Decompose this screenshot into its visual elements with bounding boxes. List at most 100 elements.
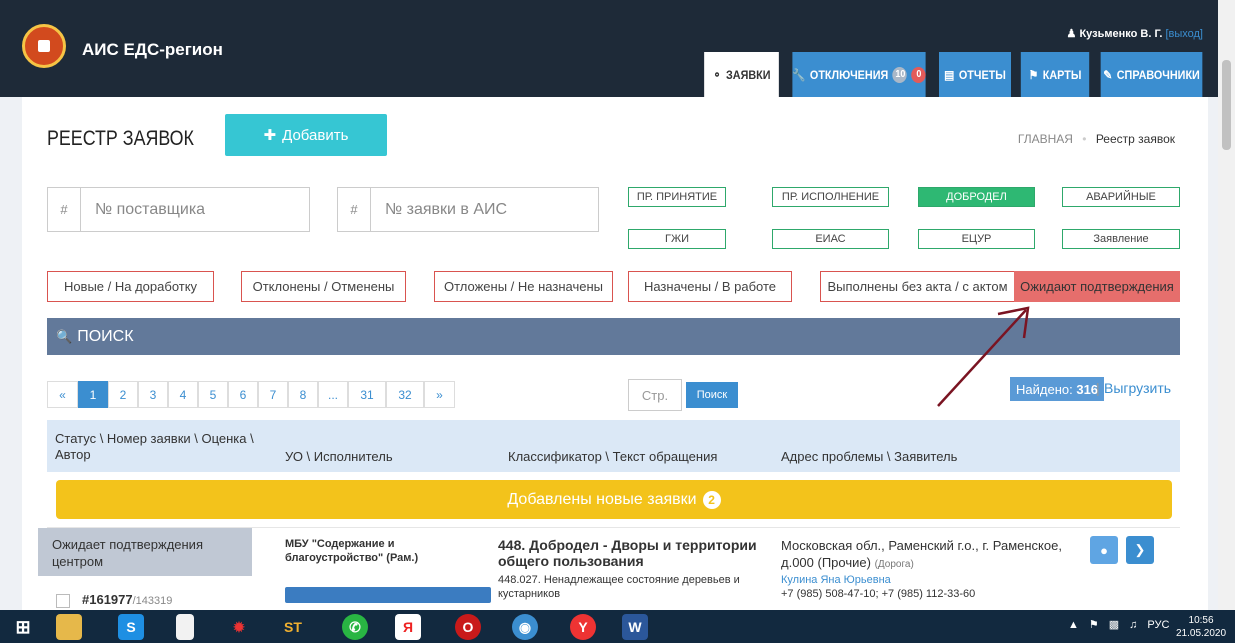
ais-number-placeholder: № заявки в АИС: [385, 200, 508, 218]
comment-button[interactable]: ●: [1090, 536, 1118, 564]
chip-dobrodel[interactable]: ДОБРОДЕЛ: [918, 187, 1035, 207]
chip-eias[interactable]: ЕИАС: [772, 229, 889, 249]
stf-app-icon[interactable]: ST: [280, 614, 306, 640]
page-next[interactable]: »: [424, 381, 455, 408]
skype-icon[interactable]: S: [118, 614, 144, 640]
wrench-icon: 🔧: [791, 67, 806, 82]
yandex-icon[interactable]: Y: [570, 614, 596, 640]
column-classifier[interactable]: Классификатор \ Текст обращения: [508, 449, 717, 464]
filter-assigned[interactable]: Назначены / В работе: [628, 271, 792, 302]
page-title: РЕЕСТР ЗАЯВОК: [47, 127, 194, 150]
filter-postponed[interactable]: Отложены / Не назначены: [434, 271, 613, 302]
clock-date: 21.05.2020: [1176, 628, 1227, 639]
scrollbar-thumb[interactable]: [1222, 60, 1231, 150]
export-link[interactable]: Выгрузить: [1104, 380, 1171, 396]
file-explorer-icon[interactable]: [56, 614, 82, 640]
comment-icon: ●: [1100, 542, 1108, 558]
applicant-name[interactable]: Кулина Яна Юрьевна: [781, 573, 891, 587]
page-32[interactable]: 32: [386, 381, 424, 408]
request-number-main: #161977: [82, 592, 133, 607]
tab-label: ОТЧЕТЫ: [958, 67, 1006, 82]
page-7[interactable]: 7: [258, 381, 288, 408]
classifier-title: 448. Добродел - Дворы и территории общег…: [498, 537, 757, 569]
gear-app-icon[interactable]: ✹: [226, 614, 252, 640]
go-to-page-button[interactable]: Поиск: [686, 382, 738, 408]
taskbar-clock[interactable]: 10:56 21.05.2020: [1176, 614, 1226, 640]
page-4[interactable]: 4: [168, 381, 198, 408]
logo: [22, 24, 66, 68]
breadcrumb: ГЛАВНАЯ • Реестр заявок: [1018, 132, 1175, 146]
tab-label: СПРАВОЧНИКИ: [1116, 67, 1200, 82]
filter-new[interactable]: Новые / На доработку: [47, 271, 214, 302]
whatsapp-icon[interactable]: ✆: [342, 614, 368, 640]
chip-emergency[interactable]: АВАРИЙНЫЕ: [1062, 187, 1180, 207]
problem-address: Московская обл., Раменский г.о., г. Раме…: [781, 537, 1076, 573]
new-requests-banner[interactable]: Добавлены новые заявки 2: [56, 480, 1172, 519]
page-31[interactable]: 31: [348, 381, 386, 408]
request-number[interactable]: #161977/143319: [82, 593, 172, 608]
chrome-icon[interactable]: ◉: [512, 614, 538, 640]
top-header: АИС ЕДС-регион ♟ Кузьменко В. Г. [выход]…: [0, 0, 1235, 97]
supplier-number-placeholder: № поставщика: [95, 200, 206, 218]
flag-icon[interactable]: ⚑: [1089, 618, 1099, 631]
chip-pr-execution[interactable]: ПР. ИСПОЛНЕНИЕ: [772, 187, 889, 207]
chip-gzhi[interactable]: ГЖИ: [628, 229, 726, 249]
opera-icon[interactable]: O: [455, 614, 481, 640]
open-request-button[interactable]: ❯: [1126, 536, 1154, 564]
word-icon[interactable]: W: [622, 614, 648, 640]
address-text: Московская обл., Раменский г.о., г. Раме…: [781, 538, 1062, 570]
page-2[interactable]: 2: [108, 381, 138, 408]
chip-ecur[interactable]: ЕЦУР: [918, 229, 1035, 249]
tab-maps[interactable]: ⚑ КАРТЫ: [1020, 52, 1090, 97]
document-icon[interactable]: [176, 614, 194, 640]
page-6[interactable]: 6: [228, 381, 258, 408]
edit-icon: ✎: [1103, 67, 1113, 82]
page-8[interactable]: 8: [288, 381, 318, 408]
breadcrumb-home[interactable]: ГЛАВНАЯ: [1018, 132, 1073, 146]
page-3[interactable]: 3: [138, 381, 168, 408]
outages-count-badge: 10: [892, 66, 908, 83]
plus-icon: ✚: [263, 127, 277, 144]
signal-icon[interactable]: ▩: [1109, 618, 1119, 631]
supplier-number-input[interactable]: # № поставщика: [47, 187, 310, 232]
system-tray: ▲ ⚑ ▩ ♫ РУС: [1068, 618, 1169, 632]
status-tooltip: Ожидает подтверждения центром: [38, 528, 252, 576]
user-name[interactable]: Кузьменко В. Г.: [1079, 28, 1162, 40]
page-prev[interactable]: «: [47, 381, 78, 408]
tab-label: ОТКЛЮЧЕНИЯ: [809, 67, 889, 82]
new-requests-label: Добавлены новые заявки: [507, 490, 697, 508]
user-info: ♟ Кузьменко В. Г. [выход]: [1067, 27, 1203, 40]
page-1[interactable]: 1: [78, 381, 108, 408]
ais-number-input[interactable]: # № заявки в АИС: [337, 187, 599, 232]
app-window: АИС ЕДС-регион ♟ Кузьменко В. Г. [выход]…: [0, 0, 1235, 610]
language-indicator[interactable]: РУС: [1147, 619, 1169, 631]
annotation-arrow: [937, 306, 1030, 407]
volume-icon[interactable]: ♫: [1129, 619, 1137, 631]
page-number-input[interactable]: Стр.: [628, 379, 682, 411]
tab-outages[interactable]: 🔧 ОТКЛЮЧЕНИЯ 10 0: [791, 52, 927, 97]
add-button[interactable]: ✚ Добавить: [225, 114, 387, 156]
app-title: АИС ЕДС-регион: [82, 40, 223, 59]
column-address[interactable]: Адрес проблемы \ Заявитель: [781, 449, 957, 464]
tab-reports[interactable]: ▤ ОТЧЕТЫ: [939, 52, 1011, 97]
executor-select[interactable]: [285, 587, 491, 603]
chevron-right-icon: ❯: [1134, 542, 1146, 557]
applicant-phones: +7 (985) 508-47-10; +7 (985) 112-33-60: [781, 588, 976, 600]
found-count: 316: [1076, 381, 1099, 397]
scrollbar[interactable]: [1218, 0, 1235, 610]
tab-requests[interactable]: ⚬ ЗАЯВКИ: [704, 52, 779, 97]
tab-label: КАРТЫ: [1042, 67, 1082, 82]
address-tag: (Дорога): [874, 559, 914, 570]
tab-directories[interactable]: ✎ СПРАВОЧНИКИ: [1100, 52, 1203, 97]
row-checkbox[interactable]: [56, 594, 70, 608]
column-organization[interactable]: УО \ Исполнитель: [285, 449, 393, 464]
page-5[interactable]: 5: [198, 381, 228, 408]
tray-arrow-icon[interactable]: ▲: [1068, 619, 1079, 631]
yandex-browser-icon[interactable]: Я: [395, 614, 421, 640]
chip-pr-acceptance[interactable]: ПР. ПРИНЯТИЕ: [628, 187, 726, 207]
filter-rejected[interactable]: Отклонены / Отменены: [241, 271, 406, 302]
column-status[interactable]: Статус \ Номер заявки \ Оценка \ Автор: [55, 431, 275, 463]
logout-link[interactable]: [выход]: [1165, 28, 1203, 40]
chip-application[interactable]: Заявление: [1062, 229, 1180, 249]
windows-start-icon[interactable]: ⊞: [10, 614, 36, 640]
